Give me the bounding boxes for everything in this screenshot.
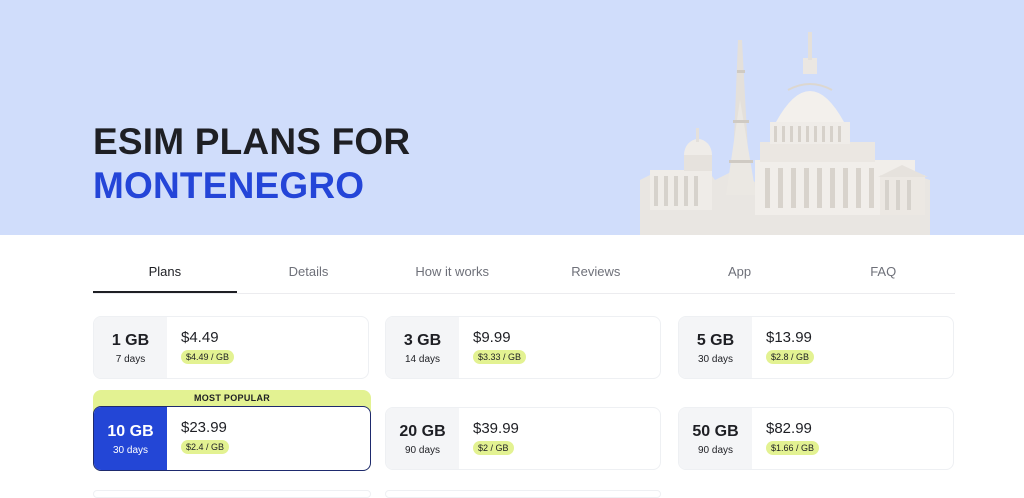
tab-plans[interactable]: Plans xyxy=(93,256,237,293)
plan-duration: 90 days xyxy=(404,444,441,456)
page-title-country: MONTENEGRO xyxy=(93,165,365,206)
plan-duration: 7 days xyxy=(115,353,146,365)
plan-price-per-gb-badge: $4.49 / GB xyxy=(181,350,235,364)
plan-card-3gb[interactable]: 3 GB 14 days $9.99 $3.33 / GB xyxy=(385,316,661,379)
plan-price-per-gb-badge: $2.8 / GB xyxy=(766,350,815,364)
plan-price-per-gb-badge: $1.66 / GB xyxy=(766,441,820,455)
tab-bar: Plans Details How it works Reviews App F… xyxy=(93,256,955,294)
plan-card-partial[interactable] xyxy=(93,490,371,498)
plan-data-block: 10 GB 30 days xyxy=(94,407,167,470)
plan-card-5gb[interactable]: 5 GB 30 days $13.99 $2.8 / GB xyxy=(678,316,954,379)
plan-card-10gb[interactable]: 10 GB 30 days $23.99 $2.4 / GB xyxy=(93,406,371,471)
plan-price-per-gb-badge: $3.33 / GB xyxy=(473,350,527,364)
plan-price: $9.99 xyxy=(473,329,511,346)
tab-details[interactable]: Details xyxy=(237,256,381,293)
landmarks-monument-illustration xyxy=(640,32,930,235)
plan-price: $39.99 xyxy=(473,420,519,437)
plan-data-amount: 20 GB xyxy=(399,422,446,440)
plan-duration: 90 days xyxy=(697,444,734,456)
plan-data-block: 3 GB 14 days xyxy=(386,317,459,378)
plan-card-partial[interactable] xyxy=(385,490,661,498)
plan-data-amount: 3 GB xyxy=(403,331,442,349)
plan-data-amount: 5 GB xyxy=(696,331,735,349)
page-title: ESIM PLANS FOR MONTENEGRO xyxy=(93,120,410,208)
plan-card-50gb[interactable]: 50 GB 90 days $82.99 $1.66 / GB xyxy=(678,407,954,470)
plan-price: $23.99 xyxy=(181,419,227,436)
plan-price-per-gb-badge: $2.4 / GB xyxy=(181,440,230,454)
tab-faq[interactable]: FAQ xyxy=(811,256,955,293)
plan-duration: 30 days xyxy=(112,444,149,456)
page-title-line1: ESIM PLANS FOR xyxy=(93,121,411,162)
plan-card-20gb[interactable]: 20 GB 90 days $39.99 $2 / GB xyxy=(385,407,661,470)
plan-price: $82.99 xyxy=(766,420,812,437)
plan-data-block: 5 GB 30 days xyxy=(679,317,752,378)
plan-data-amount: 1 GB xyxy=(111,331,150,349)
plan-price: $13.99 xyxy=(766,329,812,346)
tab-reviews[interactable]: Reviews xyxy=(524,256,668,293)
plan-card-1gb[interactable]: 1 GB 7 days $4.49 $4.49 / GB xyxy=(93,316,369,379)
plan-data-amount: 50 GB xyxy=(692,422,739,440)
plan-price: $4.49 xyxy=(181,329,219,346)
tab-app[interactable]: App xyxy=(668,256,812,293)
plan-data-block: 1 GB 7 days xyxy=(94,317,167,378)
plan-price-per-gb-badge: $2 / GB xyxy=(473,441,514,455)
tab-how-it-works[interactable]: How it works xyxy=(380,256,524,293)
plan-data-block: 50 GB 90 days xyxy=(679,408,752,469)
plan-data-amount: 10 GB xyxy=(107,422,154,440)
plan-duration: 30 days xyxy=(697,353,734,365)
hero-banner: ESIM PLANS FOR MONTENEGRO xyxy=(0,0,1024,235)
plan-data-block: 20 GB 90 days xyxy=(386,408,459,469)
most-popular-badge: MOST POPULAR xyxy=(193,393,271,403)
plan-duration: 14 days xyxy=(404,353,441,365)
